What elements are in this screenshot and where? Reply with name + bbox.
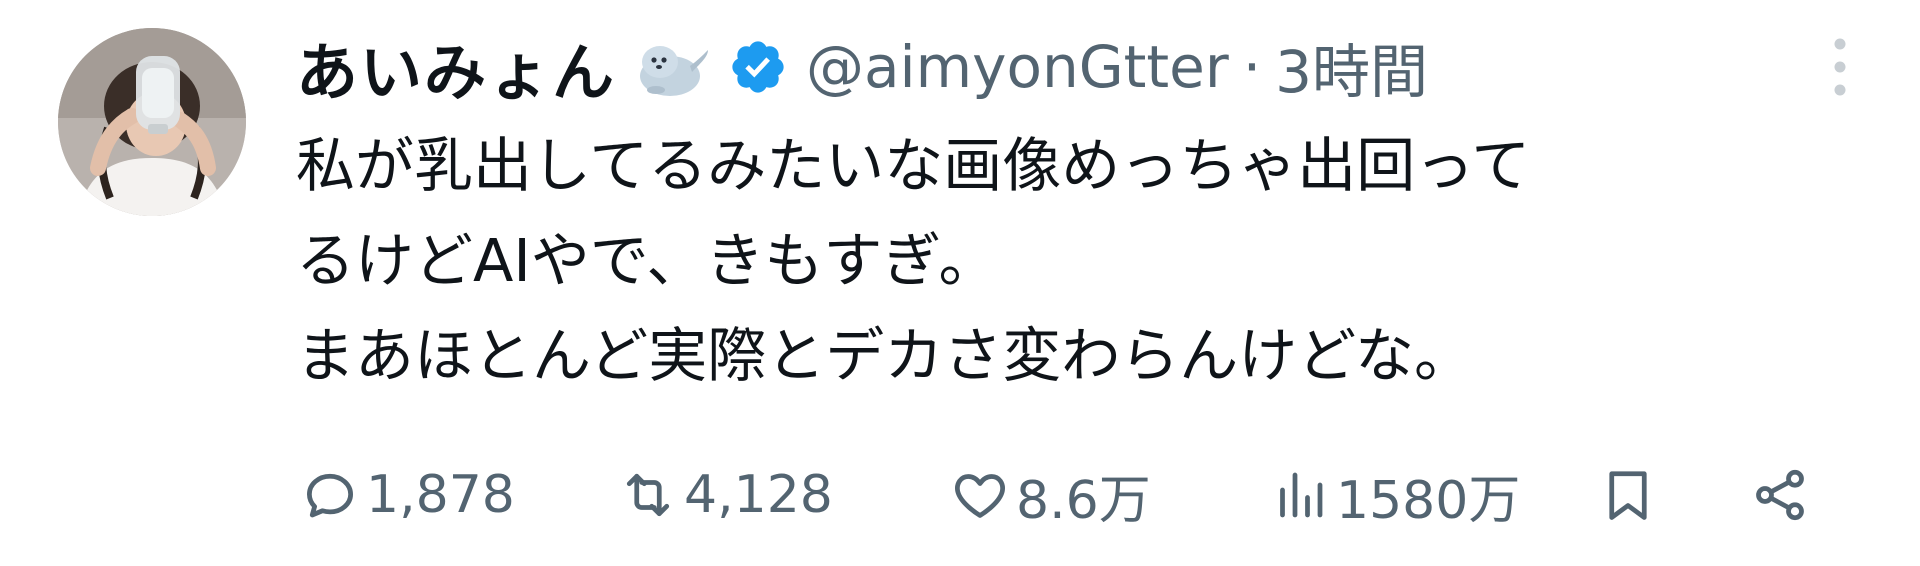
views-icon xyxy=(1280,472,1323,518)
display-name[interactable]: あいみょん xyxy=(296,22,616,112)
tweet-text: 私が乳出してるみたいな画像めっちゃ出回って るけどAIやで、きもすぎ。 まあほと… xyxy=(296,131,1531,390)
header-separator: · xyxy=(1242,33,1262,101)
verified-badge-icon xyxy=(728,37,788,97)
timestamp[interactable]: 3時間 xyxy=(1275,25,1428,109)
retweet-button[interactable]: 4,128 xyxy=(618,455,833,535)
bookmark-icon xyxy=(1609,471,1647,520)
tweet-actions: 1,878 4,128 8.6万 1580万 xyxy=(0,455,1920,535)
avatar-photo xyxy=(58,28,246,216)
tweet-header: あいみょん @aimyonGtter · 3時間 xyxy=(296,22,1428,112)
reply-count: 1,878 xyxy=(366,465,515,525)
seal-icon xyxy=(630,26,712,108)
retweet-count: 4,128 xyxy=(684,465,833,525)
avatar[interactable] xyxy=(58,28,246,216)
like-button[interactable]: 8.6万 xyxy=(950,455,1151,535)
bookmark-button[interactable] xyxy=(1598,455,1658,535)
more-options-icon[interactable] xyxy=(1828,34,1852,100)
views-button[interactable]: 1580万 xyxy=(1270,455,1520,535)
views-count: 1580万 xyxy=(1336,470,1521,531)
share-button[interactable] xyxy=(1750,455,1810,535)
share-icon xyxy=(1756,469,1804,521)
reply-icon xyxy=(307,473,353,518)
like-count: 8.6万 xyxy=(1016,470,1151,531)
tweet-card[interactable]: あいみょん @aimyonGtter · 3時間 私が乳出してるみたいな画像めっ… xyxy=(0,0,1920,566)
heart-icon xyxy=(955,474,1005,518)
reply-button[interactable]: 1,878 xyxy=(300,455,515,535)
retweet-icon xyxy=(626,473,670,517)
user-handle[interactable]: @aimyonGtter xyxy=(806,33,1229,101)
